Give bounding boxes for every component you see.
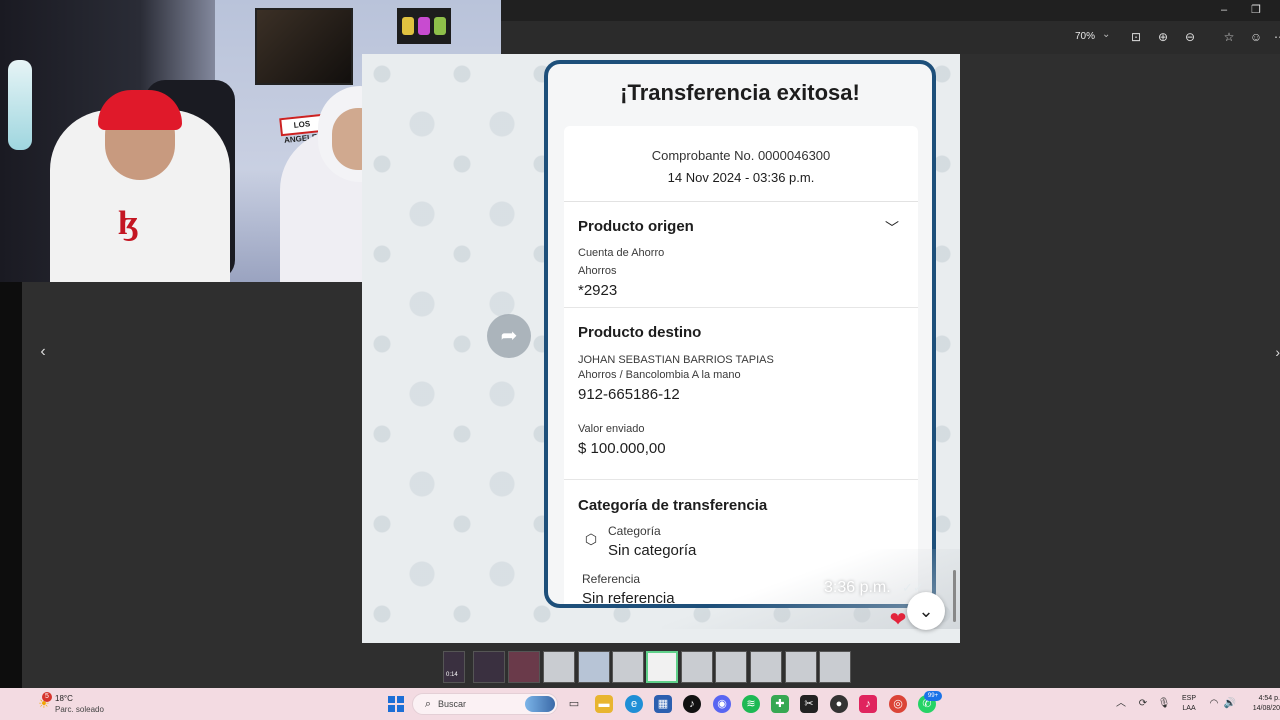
filmstrip-thumb[interactable] — [543, 651, 575, 683]
taskbar-search[interactable]: ⌕ Buscar — [412, 693, 558, 715]
filmstrip-thumb[interactable] — [473, 651, 505, 683]
language-indicator[interactable]: ESP LAA — [1182, 694, 1196, 714]
app-green-icon[interactable]: ✚ — [771, 695, 789, 713]
fit-to-window-icon[interactable]: ⊡ — [1128, 29, 1144, 45]
chat-image: ➦ ¡Transferencia exitosa! Comprobante No… — [362, 54, 960, 643]
filmstrip-thumb[interactable] — [785, 651, 817, 683]
search-icon: ⌕ — [424, 698, 432, 710]
destination-title: Producto destino — [578, 324, 702, 341]
destination-section: Producto destino JOHAN SEBASTIAN BARRIOS… — [564, 308, 918, 480]
spotify-icon[interactable]: ≋ — [742, 695, 760, 713]
amount-label: Valor enviado — [578, 423, 645, 435]
filmstrip-thumb-selected[interactable] — [646, 651, 678, 683]
left-strip — [0, 282, 22, 688]
category-label: Categoría — [608, 524, 661, 538]
origin-subtype: Ahorros — [578, 265, 617, 277]
obs-icon[interactable]: ● — [830, 695, 848, 713]
more-options-icon[interactable]: ⋯ — [1272, 29, 1280, 45]
capcut-icon[interactable]: ✂ — [800, 695, 818, 713]
file-explorer-icon[interactable]: ▬ — [595, 695, 613, 713]
chat-scrollbar[interactable] — [953, 570, 956, 622]
viewer-toolbar: 70% ⌄ ⊡ ⊕ ⊖ ☆ ☺ ⋯ — [500, 21, 1280, 54]
filmstrip-thumb[interactable] — [681, 651, 713, 683]
voucher-section: Comprobante No. 0000046300 14 Nov 2024 -… — [564, 126, 918, 202]
notification-badge: 99+ — [924, 691, 942, 701]
clock-time: 4:54 p. — [1258, 695, 1280, 702]
wifi-icon[interactable]: ◠ — [1207, 697, 1221, 711]
filmstrip-thumb[interactable] — [750, 651, 782, 683]
lion-poster — [255, 8, 353, 85]
destination-number: 912-665186-12 — [578, 386, 680, 403]
destination-type: Ahorros / Bancolombia A la mano — [578, 369, 741, 381]
discord-icon[interactable]: ◉ — [713, 695, 731, 713]
favorite-star-icon[interactable]: ☆ — [1221, 29, 1237, 45]
filmstrip-thumb[interactable] — [819, 651, 851, 683]
message-time: 3:36 p.m. — [824, 579, 891, 596]
volume-icon[interactable]: 🔊 — [1223, 697, 1237, 711]
next-image-button[interactable]: › — [1268, 340, 1280, 364]
receipt-body: Comprobante No. 0000046300 14 Nov 2024 -… — [564, 126, 918, 607]
sync-icon[interactable]: ⟳ — [1136, 697, 1150, 711]
viewer-left-area — [22, 282, 362, 688]
video-duration: 0:14 — [446, 672, 458, 678]
reference-value: Sin referencia — [582, 590, 675, 607]
category-title: Categoría de transferencia — [578, 497, 768, 514]
chevron-down-icon[interactable]: ﹀ — [882, 218, 902, 238]
store-icon[interactable]: ▦ — [654, 695, 672, 713]
search-highlight-art — [525, 696, 555, 712]
filmstrip-thumb[interactable] — [612, 651, 644, 683]
receipt-title: ¡Transferencia exitosa! — [620, 80, 860, 105]
filmstrip-thumb-video[interactable]: 0:14 — [443, 651, 465, 683]
edge-browser-icon[interactable]: e — [625, 695, 643, 713]
clock-date: 14/08/20 — [1252, 705, 1280, 712]
voucher-number: Comprobante No. 0000046300 — [651, 148, 831, 163]
microphone — [8, 60, 32, 150]
weather-temperature[interactable]: 18°C — [55, 694, 73, 703]
microphone-icon[interactable]: 🎙 — [1157, 697, 1171, 711]
zoom-in-icon[interactable]: ⊕ — [1155, 29, 1171, 45]
filmstrip-thumb[interactable] — [578, 651, 610, 683]
feedback-smiley-icon[interactable]: ☺ — [1248, 29, 1264, 45]
maximize-icon[interactable]: ❐ — [1248, 2, 1264, 18]
chevron-up-icon[interactable]: ︿ — [1114, 697, 1128, 711]
transfer-receipt: ¡Transferencia exitosa! Comprobante No. … — [544, 60, 936, 608]
keyboard-layout: LAA — [1182, 705, 1196, 712]
scroll-down-button[interactable]: ⌄ — [907, 592, 945, 630]
windows-start-icon[interactable] — [388, 696, 404, 712]
taskbar: ☀ 5 18°C Parc. soleado ⌕ Buscar ▭ ▬ e ▦ … — [0, 688, 1280, 720]
viewer-right-area — [960, 54, 1280, 688]
amount-value: $ 100.000,00 — [578, 440, 666, 457]
weather-description[interactable]: Parc. soleado — [55, 705, 104, 714]
reference-label: Referencia — [582, 572, 641, 586]
package-icon: ⬡ — [584, 531, 598, 547]
voucher-date: 14 Nov 2024 - 03:36 p.m. — [667, 170, 815, 185]
filmstrip-thumb[interactable] — [508, 651, 540, 683]
tiktok-studio-icon[interactable]: ♪ — [859, 695, 877, 713]
origin-account-type: Cuenta de Ahorro — [578, 247, 665, 259]
destination-holder: JOHAN SEBASTIAN BARRIOS TAPIAS — [578, 354, 774, 366]
search-placeholder: Buscar — [438, 699, 467, 709]
zoom-level[interactable]: 70% — [1075, 31, 1095, 42]
forward-icon[interactable]: ➦ — [487, 314, 531, 358]
language-code: ESP — [1182, 695, 1197, 702]
weather-badge: 5 — [42, 692, 52, 702]
shirt-logo: ɮ — [118, 205, 139, 242]
task-view-icon[interactable]: ▭ — [565, 695, 583, 713]
tiktok-icon[interactable]: ♪ — [683, 695, 701, 713]
chrome-icon[interactable]: ◎ — [889, 695, 907, 713]
origin-number: *2923 — [578, 282, 618, 299]
origin-title: Producto origen — [578, 218, 694, 235]
zoom-out-icon[interactable]: ⊖ — [1182, 29, 1198, 45]
filmstrip-thumb[interactable] — [715, 651, 747, 683]
minimize-icon[interactable]: – — [1216, 2, 1232, 18]
origin-section: Producto origen ﹀ Cuenta de Ahorro Ahorr… — [564, 202, 918, 308]
system-clock[interactable]: 4:54 p. 14/08/20 — [1247, 694, 1280, 714]
chevron-down-icon[interactable]: ⌄ — [1102, 29, 1110, 40]
previous-image-button[interactable]: ‹ — [34, 340, 52, 364]
wall-frame — [397, 8, 451, 44]
